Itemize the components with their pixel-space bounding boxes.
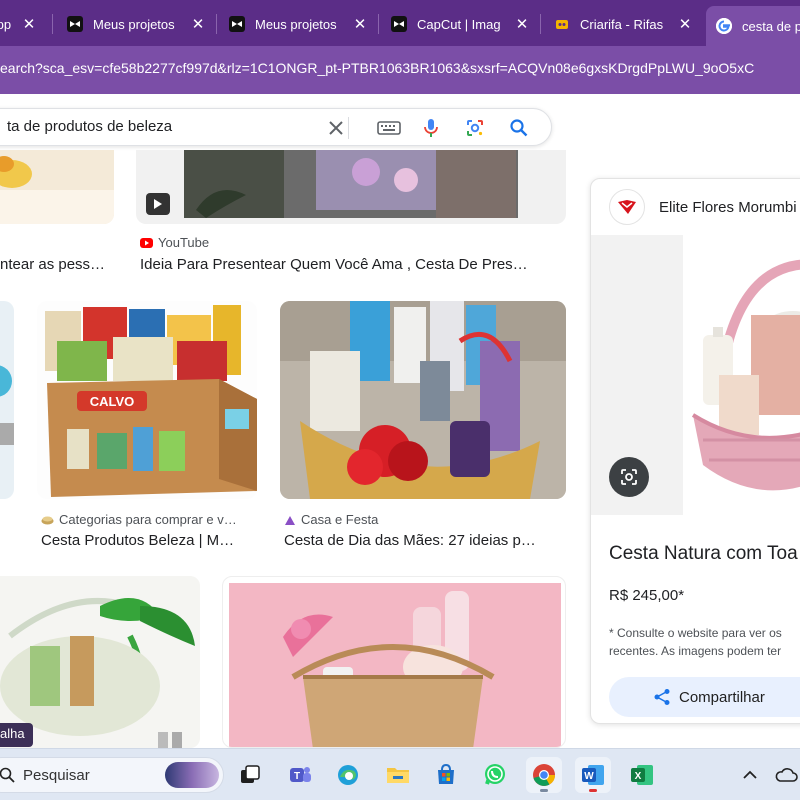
tab-bar: App ✕ Meus projetos ✕ Meus projetos ✕ Ca… xyxy=(0,0,800,46)
close-icon[interactable]: ✕ xyxy=(676,15,694,33)
google-icon xyxy=(716,18,732,34)
whatsapp-icon[interactable] xyxy=(477,757,513,793)
clear-icon[interactable] xyxy=(326,118,346,138)
product-title[interactable]: Cesta Natura com Toa xyxy=(609,543,798,565)
result-title[interactable]: Cesta de Dia das Mães: 27 ideias p… xyxy=(284,532,564,549)
search-divider xyxy=(348,117,349,139)
site-logo xyxy=(609,189,645,225)
preview-image[interactable] xyxy=(683,235,800,515)
store-icon[interactable] xyxy=(428,757,464,793)
result-title[interactable]: Cesta Produtos Beleza | M… xyxy=(41,532,257,549)
close-icon[interactable]: ✕ xyxy=(189,15,207,33)
svg-text:CALVO: CALVO xyxy=(90,394,135,409)
tab-title: cesta de p xyxy=(742,18,800,34)
search-highlight-icon xyxy=(165,762,219,788)
capcut-icon xyxy=(229,16,245,32)
excel-icon[interactable]: X xyxy=(624,757,660,793)
tab-app[interactable]: App ✕ xyxy=(0,8,38,40)
camera-search-icon[interactable] xyxy=(609,457,649,497)
task-view-icon[interactable] xyxy=(232,757,268,793)
close-icon[interactable]: ✕ xyxy=(513,15,531,33)
close-icon[interactable]: ✕ xyxy=(351,15,369,33)
url-text[interactable]: earch?sca_esv=cfe58b2277cf997d&rlz=1C1ON… xyxy=(0,60,754,76)
result-title[interactable]: ntear as pess… xyxy=(0,256,110,273)
capcut-icon xyxy=(391,16,407,32)
file-explorer-icon[interactable] xyxy=(380,757,416,793)
result-badge: alha xyxy=(0,723,33,747)
svg-text:X: X xyxy=(635,771,642,782)
weather-icon[interactable] xyxy=(768,757,800,793)
close-icon[interactable]: ✕ xyxy=(20,15,38,33)
tab-title: App xyxy=(0,16,12,32)
play-icon xyxy=(146,193,170,215)
share-icon xyxy=(653,688,671,711)
chrome-icon[interactable] xyxy=(526,757,562,793)
tab-title: Criarifa - Rifas xyxy=(580,16,664,32)
search-box xyxy=(0,108,552,146)
share-button[interactable]: Compartilhar xyxy=(609,677,800,717)
product-price: R$ 245,00* xyxy=(609,587,685,604)
tab-cesta-de-p[interactable]: cesta de p xyxy=(706,6,800,46)
teams-icon[interactable]: T xyxy=(282,757,318,793)
search-input[interactable] xyxy=(7,118,307,135)
share-label: Compartilhar xyxy=(679,688,765,706)
taskbar-search[interactable]: Pesquisar xyxy=(0,757,224,793)
svg-text:T: T xyxy=(294,771,300,782)
result-image[interactable] xyxy=(280,301,566,499)
youtube-icon xyxy=(140,237,153,248)
tab-capcut-imag[interactable]: CapCut | Imag ✕ xyxy=(391,8,531,40)
lens-icon[interactable] xyxy=(465,118,485,138)
disclaimer-line: recentes. As imagens podem ter xyxy=(609,644,782,658)
address-bar[interactable]: earch?sca_esv=cfe58b2277cf997d&rlz=1C1ON… xyxy=(0,46,800,94)
site-favicon xyxy=(284,514,296,526)
result-source-label: Casa e Festa xyxy=(301,512,379,527)
disclaimer-line: * Consulte o website para ver os xyxy=(609,626,782,640)
word-icon[interactable]: W xyxy=(575,757,611,793)
tab-title: CapCut | Imag xyxy=(417,16,501,32)
tab-title: Meus projetos xyxy=(93,16,175,32)
taskbar-search-label: Pesquisar xyxy=(23,767,90,784)
chevron-up-icon[interactable] xyxy=(732,757,768,793)
result-image[interactable] xyxy=(0,301,14,499)
result-image[interactable]: CALVO xyxy=(37,301,257,499)
result-image[interactable] xyxy=(222,576,566,748)
result-source-label: Categorias para comprar e v… xyxy=(59,512,237,527)
taskbar: Pesquisar T W X xyxy=(0,748,800,800)
tab-criarifa[interactable]: Criarifa - Rifas ✕ xyxy=(554,8,694,40)
result-source: YouTube xyxy=(140,235,560,250)
result-source: Casa e Festa xyxy=(284,512,564,527)
result-title[interactable]: Ideia Para Presentear Quem Você Ama , Ce… xyxy=(140,256,560,273)
keyboard-icon[interactable] xyxy=(377,118,401,138)
active-indicator xyxy=(540,789,548,792)
tab-meus-projetos-1[interactable]: Meus projetos ✕ xyxy=(67,8,207,40)
search-icon[interactable] xyxy=(509,118,529,138)
microphone-icon[interactable] xyxy=(421,118,441,138)
result-image[interactable] xyxy=(136,150,566,224)
tab-title: Meus projetos xyxy=(255,16,337,32)
tab-meus-projetos-2[interactable]: Meus projetos ✕ xyxy=(229,8,369,40)
search-icon xyxy=(0,767,15,788)
active-indicator xyxy=(589,789,597,792)
result-image[interactable] xyxy=(0,150,114,224)
category-icon xyxy=(41,515,54,525)
result-source: Categorias para comprar e v… xyxy=(41,512,253,527)
site-name[interactable]: Elite Flores Morumbi xyxy=(659,199,797,216)
result-source-label: YouTube xyxy=(158,235,210,250)
edge-icon[interactable] xyxy=(330,757,366,793)
capcut-icon xyxy=(67,16,83,32)
criarifa-icon xyxy=(554,16,570,32)
preview-panel: Elite Flores Morumbi Cesta Natura com To… xyxy=(590,178,800,724)
svg-text:W: W xyxy=(584,771,594,782)
